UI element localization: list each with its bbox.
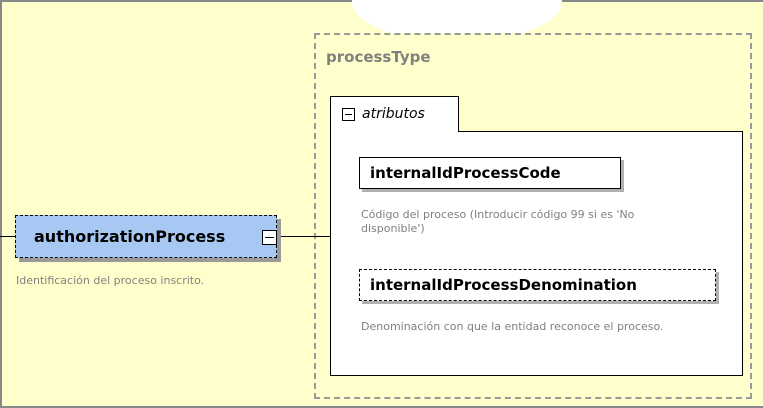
root-element-label: authorizationProcess <box>34 227 226 246</box>
attributes-group-label: atributos <box>362 106 425 122</box>
root-element-description: Identificación del proceso inscrito. <box>16 274 205 287</box>
root-incoming-connector <box>0 236 15 237</box>
complex-type-label: processType <box>326 48 431 66</box>
attributes-tab: atributos <box>330 96 459 132</box>
root-element-authorization-process[interactable]: authorizationProcess <box>15 215 277 258</box>
collapse-root-icon[interactable] <box>262 230 277 245</box>
attribute-internal-id-process-code[interactable]: internalIdProcessCode <box>359 157 621 189</box>
collapse-attributes-icon[interactable] <box>342 107 355 121</box>
attribute-description-denomination: Denominación con que la entidad reconoce… <box>361 320 664 333</box>
root-to-type-connector <box>277 236 330 237</box>
attribute-internal-id-process-denomination[interactable]: internalIdProcessDenomination <box>359 269 716 301</box>
attribute-description-code: Código del proceso (Introducir código 99… <box>361 208 635 235</box>
